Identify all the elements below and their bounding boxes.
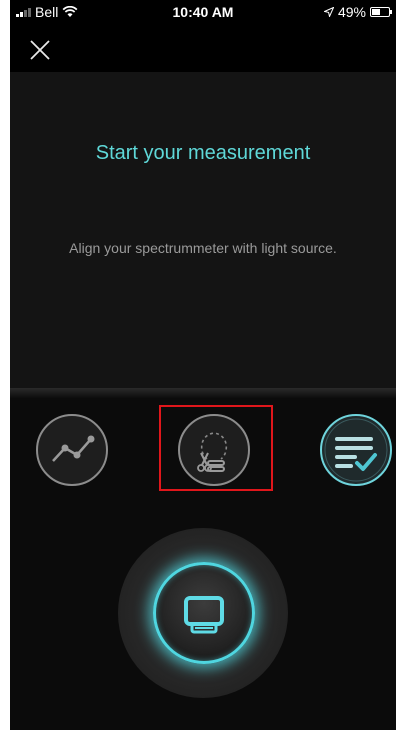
close-button[interactable]	[28, 38, 52, 62]
top-nav	[10, 24, 396, 72]
status-bar: Bell 10:40 AM 49%	[10, 0, 396, 24]
panel-divider	[10, 388, 396, 398]
status-right: 49%	[323, 4, 392, 20]
checklist-icon	[320, 414, 392, 486]
measure-device-icon	[184, 596, 224, 634]
battery-icon	[370, 7, 392, 17]
chart-mode-button[interactable]	[35, 413, 109, 487]
location-arrow-icon	[323, 7, 334, 17]
instruction-panel: Start your measurement Align your spectr…	[10, 72, 396, 388]
close-icon	[30, 40, 50, 60]
instruction-subtitle: Align your spectrummeter with light sour…	[69, 240, 337, 256]
instruction-title: Start your measurement	[95, 142, 311, 164]
highlight-box	[159, 405, 273, 491]
battery-percent: 49%	[337, 4, 366, 20]
app-screen: Bell 10:40 AM 49% Start your measurement…	[10, 0, 396, 730]
line-chart-icon	[36, 414, 108, 486]
checklist-mode-button[interactable]	[319, 413, 393, 487]
capture-button[interactable]	[153, 562, 255, 664]
